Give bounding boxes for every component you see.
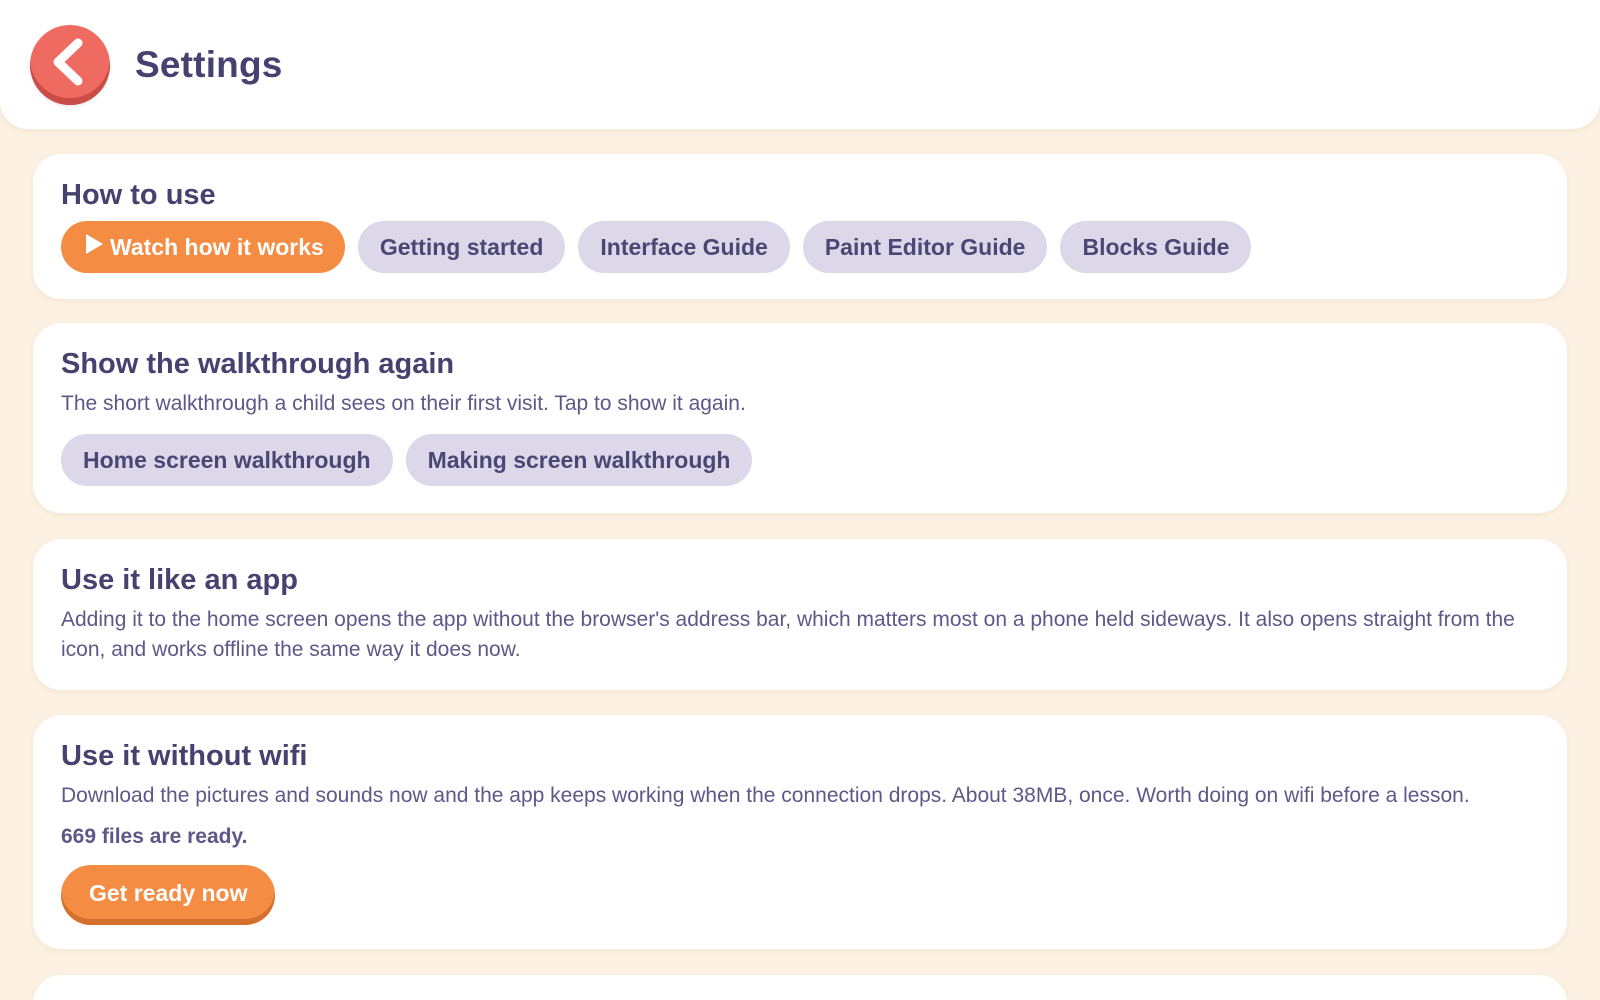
offline-title: Use it without wifi <box>61 740 308 772</box>
app-mode-description: Adding it to the home screen opens the a… <box>61 608 1515 661</box>
page-title: Settings <box>135 43 283 85</box>
watch-how-it-works-label: Watch how it works <box>110 233 324 260</box>
getting-started-button[interactable]: Getting started <box>357 221 566 273</box>
making-screen-walkthrough-label: Making screen walkthrough <box>427 446 731 473</box>
back-button[interactable] <box>30 24 110 105</box>
files-ready-status: 669 files are ready. <box>61 825 248 848</box>
walkthrough-buttons: Home screen walkthrough Making screen wa… <box>61 434 1539 486</box>
app-mode-title: Use it like an app <box>61 564 298 596</box>
next-card-partial <box>33 975 1567 1000</box>
paint-editor-guide-label: Paint Editor Guide <box>824 233 1026 260</box>
interface-guide-label: Interface Guide <box>600 233 768 260</box>
home-screen-walkthrough-label: Home screen walkthrough <box>83 446 371 473</box>
walkthrough-description: The short walkthrough a child sees on th… <box>61 392 746 415</box>
getting-started-label: Getting started <box>379 233 544 260</box>
interface-guide-button[interactable]: Interface Guide <box>578 221 790 273</box>
offline-card: Use it without wifi Download the picture… <box>33 715 1567 949</box>
settings-page: Settings How to use Watch how it works G… <box>0 0 1600 1000</box>
header-bar: Settings <box>0 0 1600 129</box>
get-ready-now-button[interactable]: Get ready now <box>61 865 276 925</box>
offline-description: Download the pictures and sounds now and… <box>61 784 1470 807</box>
how-to-use-title: How to use <box>61 179 216 211</box>
how-to-use-card: How to use Watch how it works Getting st… <box>33 154 1567 299</box>
blocks-guide-label: Blocks Guide <box>1082 233 1230 260</box>
app-mode-card: Use it like an app Adding it to the home… <box>33 539 1567 690</box>
play-icon <box>84 233 104 261</box>
paint-editor-guide-button[interactable]: Paint Editor Guide <box>802 221 1048 273</box>
walkthrough-title: Show the walkthrough again <box>61 348 455 380</box>
how-to-use-buttons: Watch how it works Getting started Inter… <box>61 221 1539 273</box>
get-ready-now-label: Get ready now <box>89 879 248 906</box>
chevron-left-icon <box>52 38 88 87</box>
making-screen-walkthrough-button[interactable]: Making screen walkthrough <box>405 434 753 486</box>
home-screen-walkthrough-button[interactable]: Home screen walkthrough <box>61 434 393 486</box>
blocks-guide-button[interactable]: Blocks Guide <box>1060 221 1252 273</box>
watch-how-it-works-button[interactable]: Watch how it works <box>61 221 345 273</box>
walkthrough-card: Show the walkthrough again The short wal… <box>33 323 1567 513</box>
